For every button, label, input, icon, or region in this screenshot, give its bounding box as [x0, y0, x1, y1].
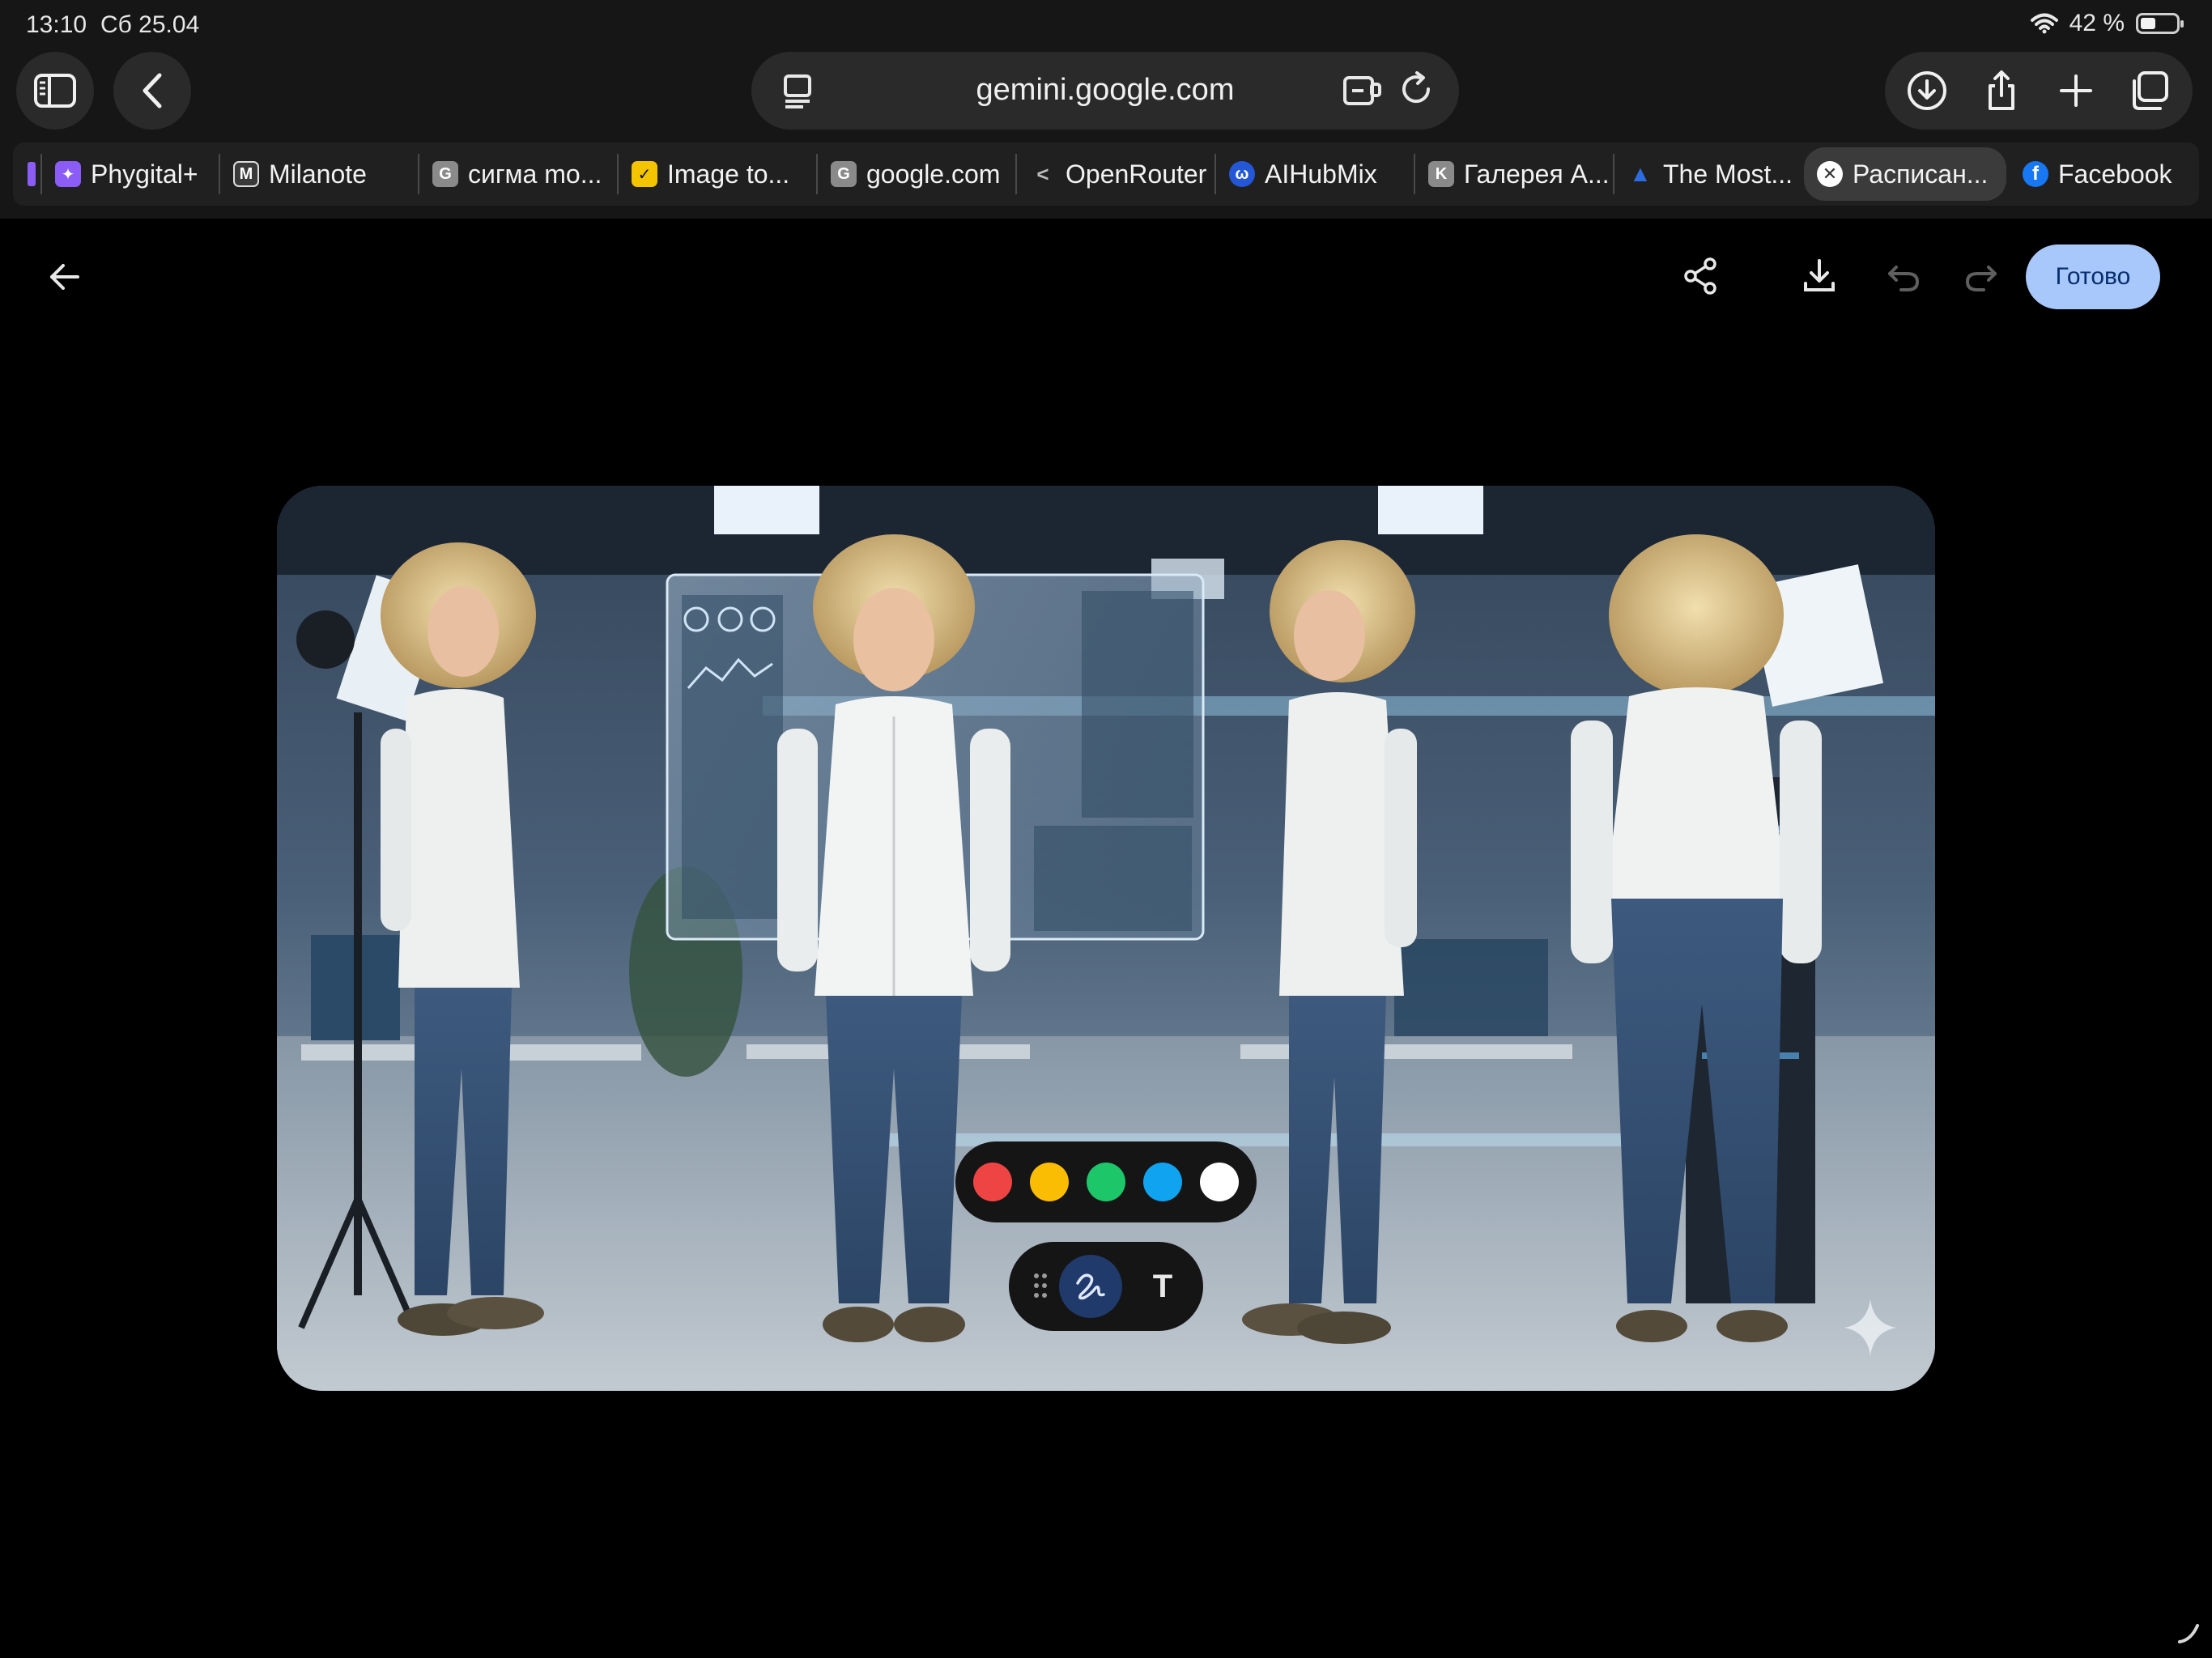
tab-facebook[interactable]: f Facebook [2010, 142, 2196, 206]
generic-g-icon: G [432, 161, 458, 187]
triangle-icon: ▲ [1629, 161, 1652, 186]
status-date: Сб 25.04 [100, 11, 200, 38]
tab-label: Facebook [2058, 159, 2172, 189]
tab-label: OpenRouter [1066, 159, 1207, 189]
color-swatch-yellow[interactable] [1030, 1163, 1069, 1201]
color-swatch-green[interactable] [1087, 1163, 1125, 1201]
color-swatch-blue[interactable] [1143, 1163, 1182, 1201]
sidebar-icon [34, 74, 76, 108]
tab-milanote[interactable]: M Milanote [220, 142, 416, 206]
extensions-icon[interactable] [1341, 70, 1383, 110]
tab-openrouter[interactable]: < OpenRouter [1017, 142, 1214, 206]
tab-image-to[interactable]: ✓ Image to... [619, 142, 816, 206]
generic-k-icon: K [1428, 161, 1454, 187]
color-swatch-red[interactable] [973, 1163, 1012, 1201]
tab-label: Milanote [269, 159, 367, 189]
battery-fill [2141, 18, 2155, 29]
tab-label: The Most... [1663, 159, 1793, 189]
tab-bar: ✦ Phygital+ M Milanote G сигма mo... ✓ I… [13, 142, 2199, 206]
battery-icon [2136, 13, 2184, 34]
tab-label: сигма mo... [468, 159, 602, 189]
milanote-icon: M [233, 161, 259, 187]
tab-aihubmix[interactable]: ω AIHubMix [1216, 142, 1414, 206]
tab-label: google.com [866, 159, 1001, 189]
share-nodes-icon[interactable] [1681, 256, 1721, 296]
text-tool-button[interactable]: T [1138, 1260, 1187, 1313]
close-circle-icon[interactable]: ✕ [1817, 161, 1843, 187]
browser-chrome: 13:10 Сб 25.04 42 % gemini.google.com ✦ … [0, 0, 2212, 219]
sidebar-toggle-button[interactable] [16, 52, 94, 130]
tab-gallery[interactable]: K Галерея А... [1415, 142, 1613, 206]
drag-handle-icon[interactable] [1033, 1273, 1048, 1299]
phygital-icon: ✦ [55, 161, 81, 187]
tab-stub[interactable] [28, 162, 36, 186]
status-right: 42 % [2030, 10, 2184, 37]
tabs-overview-icon[interactable] [2128, 70, 2170, 112]
redo-icon[interactable] [1963, 257, 2000, 295]
tab-label: Расписан... [1853, 159, 1989, 189]
aihubmix-icon: ω [1229, 161, 1255, 187]
resize-handle-icon[interactable] [2176, 1621, 2201, 1645]
facebook-icon: f [2023, 161, 2048, 187]
tab-sigma[interactable]: G сигма mo... [419, 142, 617, 206]
arrow-back-icon[interactable] [45, 257, 84, 296]
check-icon: ✓ [632, 161, 657, 187]
status-bar: 13:10 Сб 25.04 42 % [0, 0, 2212, 49]
tab-google[interactable]: G google.com [818, 142, 1015, 206]
reload-icon[interactable] [1396, 70, 1436, 110]
done-button[interactable]: Готово [2026, 244, 2160, 309]
tab-phygital[interactable]: ✦ Phygital+ [42, 142, 217, 206]
tab-label: Image to... [667, 159, 790, 189]
tab-label: AIHubMix [1265, 159, 1377, 189]
battery-percent: 42 % [2069, 10, 2125, 36]
address-bar[interactable]: gemini.google.com [751, 52, 1459, 130]
back-button[interactable] [113, 52, 191, 130]
download-circle-icon[interactable] [1906, 70, 1948, 112]
download-icon[interactable] [1799, 256, 1840, 296]
undo-icon[interactable] [1885, 257, 1922, 295]
generic-g-icon: G [831, 161, 857, 187]
openrouter-icon: < [1036, 161, 1049, 186]
tab-label: Phygital+ [91, 159, 198, 189]
chevron-left-icon [143, 73, 162, 108]
wifi-icon [2030, 13, 2058, 34]
pen-tool-button[interactable] [1059, 1255, 1122, 1318]
drawing-toolbar: T [1009, 1242, 1203, 1331]
color-palette [955, 1141, 1257, 1222]
toolbar-actions [1885, 52, 2193, 130]
tab-schedule-active[interactable]: ✕ Расписан... [1804, 147, 2006, 201]
tab-label: Галерея А... [1464, 159, 1610, 189]
tab-the-most[interactable]: ▲ The Most... [1614, 142, 1814, 206]
new-tab-icon[interactable] [2055, 70, 2097, 112]
status-time: 13:10 [26, 11, 87, 38]
share-icon[interactable] [1980, 70, 2023, 112]
color-swatch-white[interactable] [1200, 1163, 1239, 1201]
scribble-icon [1076, 1273, 1105, 1300]
